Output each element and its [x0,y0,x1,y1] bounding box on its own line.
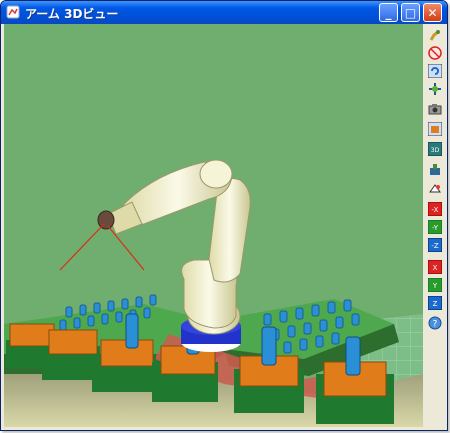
reset-view-icon[interactable] [428,181,442,195]
app-icon [6,5,20,19]
plus-y-icon[interactable]: Y [428,278,442,292]
tool-icon[interactable] [428,162,442,176]
minus-z-icon[interactable]: -Z [428,238,442,252]
stop-icon[interactable] [428,46,442,60]
svg-text:-Y: -Y [432,224,439,232]
window-title: アーム 3Dビュー [25,7,119,21]
minus-x-icon[interactable]: -X [428,202,442,216]
camera-icon[interactable] [428,102,442,116]
move-view-icon[interactable] [428,82,442,96]
svg-text:?: ? [433,320,438,330]
view-toolbar: 3D -X -Y -Z X Y Z ? [425,24,444,427]
workpiece-icon[interactable] [428,122,442,136]
help-icon[interactable]: ? [428,316,442,330]
svg-text:Y: Y [432,282,438,290]
rotate-view-icon[interactable] [428,64,442,78]
plus-x-icon[interactable]: X [428,260,442,274]
title-bar[interactable]: アーム 3Dビュー _ □ ✕ [1,1,447,24]
maximize-button[interactable]: □ [401,3,420,22]
svg-text:3D: 3D [431,147,440,154]
3d-view-icon[interactable]: 3D [428,142,442,156]
robot-arm-icon[interactable] [428,28,442,42]
plus-z-icon[interactable]: Z [428,296,442,310]
minus-y-icon[interactable]: -Y [428,220,442,234]
svg-text:Z: Z [433,300,438,308]
svg-text:-X: -X [432,206,439,214]
svg-text:-Z: -Z [431,242,439,250]
minimize-button[interactable]: _ [379,3,398,22]
svg-text:X: X [433,264,438,272]
close-button[interactable]: ✕ [423,3,442,22]
arm-3d-view-window: アーム 3Dビュー _ □ ✕ 3D -X -Y -Z X Y Z ? [0,0,448,431]
3d-viewport[interactable] [4,24,423,427]
3d-scene [4,24,423,427]
